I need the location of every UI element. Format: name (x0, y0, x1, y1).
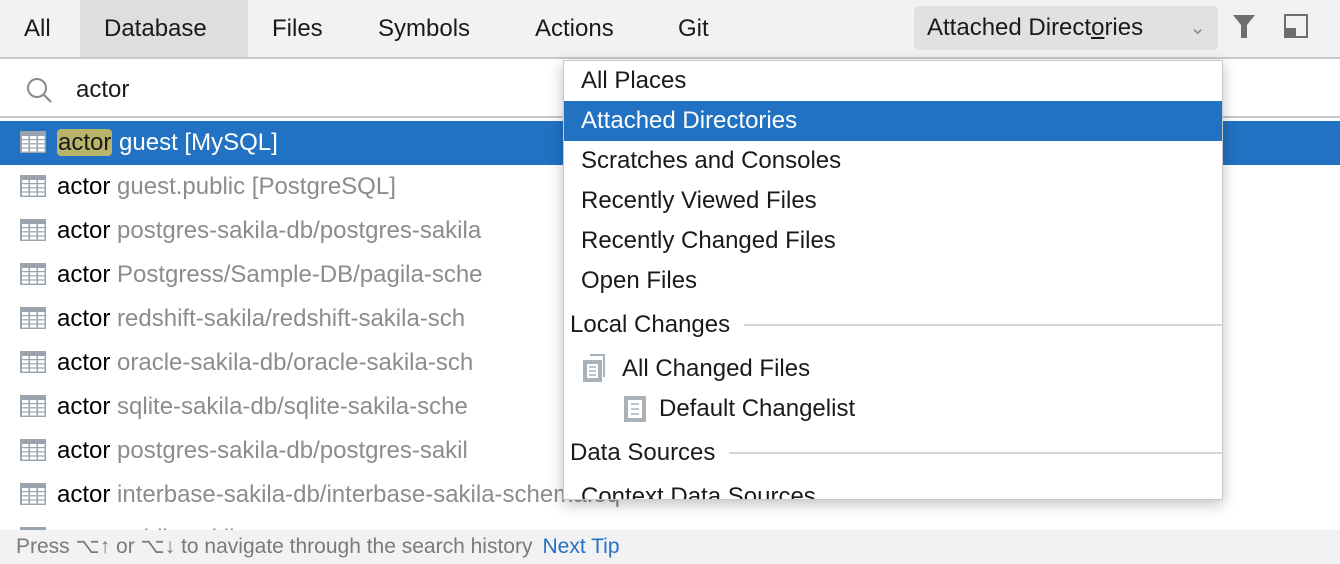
tab-all[interactable]: All (0, 0, 75, 57)
result-name: actor (57, 349, 111, 376)
result-row[interactable]: actor public.sakila (0, 517, 1340, 530)
result-name: actor (57, 305, 111, 332)
menu-item-all-changed-files[interactable]: All Changed Files (564, 349, 1222, 389)
result-name: actor (57, 129, 113, 156)
result-location: postgres-sakila-db/postgres-sakila (117, 217, 482, 244)
result-location: interbase-sakila-db/interbase-sakila-sch… (117, 481, 620, 508)
result-location: postgres-sakila-db/postgres-sakil (117, 437, 468, 464)
result-name: actor (57, 481, 111, 508)
result-name: actor (57, 261, 111, 288)
next-tip-link[interactable]: Next Tip (542, 535, 619, 558)
result-location: oracle-sakila-db/oracle-sakila-sch (117, 349, 474, 376)
result-location: Postgress/Sample-DB/pagila-sche (117, 261, 483, 288)
menu-item-attached-directories[interactable]: Attached Directories (564, 101, 1222, 141)
menu-item-context-data-sources[interactable]: Context Data Sources (564, 477, 1222, 499)
result-location: sqlite-sakila-db/sqlite-sakila-sche (117, 393, 468, 420)
menu-item-label: All Changed Files (622, 355, 811, 382)
scope-popup: All Places Attached Directories Scratches … (563, 60, 1223, 500)
table-icon (20, 395, 46, 417)
section-label: Data Sources (570, 439, 716, 466)
open-in-window-icon[interactable] (1284, 14, 1308, 38)
filter-icon[interactable] (1232, 14, 1256, 40)
result-location: guest [MySQL] (119, 129, 278, 156)
divider (729, 452, 1222, 454)
table-icon (20, 307, 46, 329)
changelists-icon (583, 354, 605, 382)
table-icon (20, 131, 46, 153)
table-icon (20, 483, 46, 505)
table-icon (20, 351, 46, 373)
header: All Database Files Symbols Actions Git A… (0, 0, 1340, 59)
tab-database[interactable]: Database (80, 0, 248, 57)
tab-git[interactable]: Git (654, 0, 733, 57)
section-data-sources: Data Sources (564, 429, 1222, 477)
result-location: guest.public [PostgreSQL] (117, 173, 396, 200)
search-icon (27, 78, 52, 103)
footer-tip: Press ⌥↑ or ⌥↓ to navigate through the s… (0, 530, 1340, 564)
scope-dropdown[interactable]: Attached Directories ⌄ (914, 6, 1218, 50)
table-icon (20, 439, 46, 461)
divider (744, 324, 1222, 326)
chevron-down-icon: ⌄ (1189, 17, 1206, 39)
tab-actions[interactable]: Actions (511, 0, 638, 57)
result-name: actor (57, 217, 111, 244)
result-name: actor (57, 173, 111, 200)
menu-item-label: Default Changelist (659, 395, 856, 422)
section-label: Local Changes (570, 311, 731, 338)
tip-text: Press ⌥↑ or ⌥↓ to navigate through the s… (16, 535, 533, 558)
table-icon (20, 219, 46, 241)
changelist-icon (624, 396, 646, 422)
scope-label: Attached Directories (927, 14, 1144, 41)
tab-symbols[interactable]: Symbols (354, 0, 494, 57)
menu-item-recently-changed-files[interactable]: Recently Changed Files (564, 221, 1222, 261)
section-local-changes: Local Changes (564, 301, 1222, 349)
menu-item-open-files[interactable]: Open Files (564, 261, 1222, 301)
tab-files[interactable]: Files (248, 0, 347, 57)
table-icon (20, 175, 46, 197)
menu-item-recently-viewed-files[interactable]: Recently Viewed Files (564, 181, 1222, 221)
result-name: actor (57, 437, 111, 464)
table-icon (20, 263, 46, 285)
menu-item-default-changelist[interactable]: Default Changelist (564, 389, 1222, 429)
menu-item-all-places[interactable]: All Places (564, 61, 1222, 101)
result-name: actor (57, 393, 111, 420)
result-location: redshift-sakila/redshift-sakila-sch (117, 305, 466, 332)
menu-item-scratches-and-consoles[interactable]: Scratches and Consoles (564, 141, 1222, 181)
